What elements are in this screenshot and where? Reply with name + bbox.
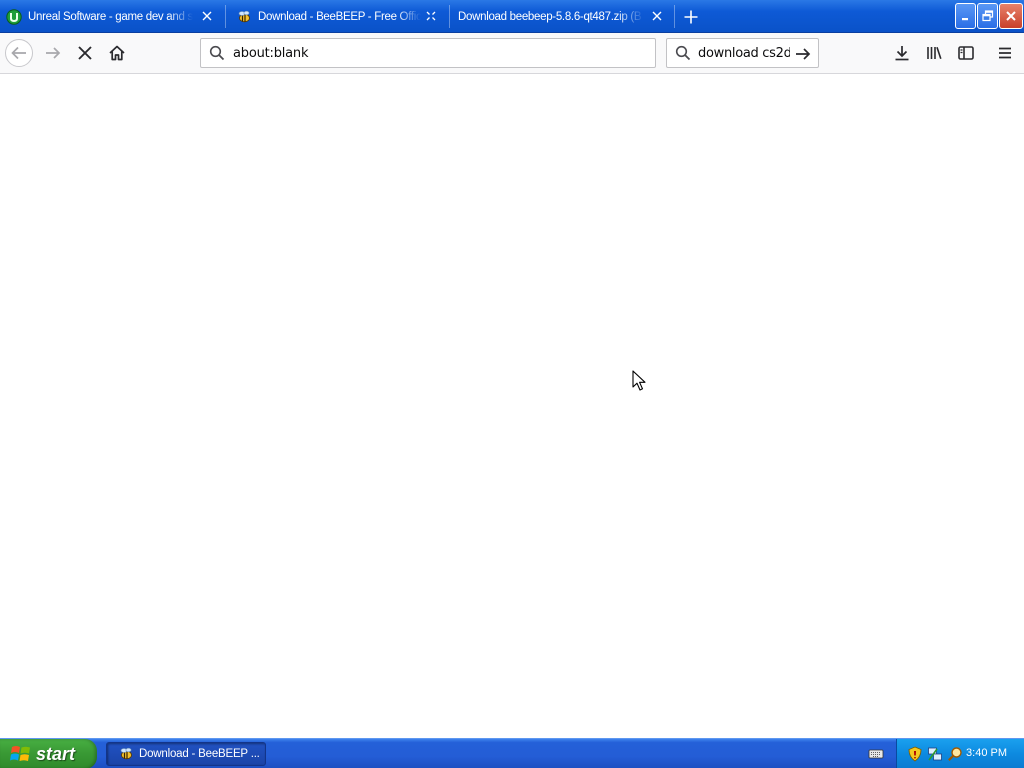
search-go-arrow-icon[interactable] — [794, 45, 812, 63]
start-label: start — [36, 743, 76, 764]
loading-spinner-icon — [424, 9, 438, 23]
hamburger-menu-icon — [999, 47, 1011, 59]
downloads-button[interactable] — [887, 38, 917, 68]
stop-icon — [78, 46, 92, 60]
tab-title: Unreal Software - game dev and s — [28, 10, 193, 23]
address-bar[interactable] — [200, 38, 656, 68]
close-window-button[interactable] — [999, 3, 1023, 29]
tab-separator — [449, 5, 450, 28]
page-content[interactable] — [0, 74, 1024, 738]
taskbar-item-firefox[interactable]: Download - BeeBEEP ... — [106, 742, 266, 766]
back-button[interactable] — [4, 38, 34, 68]
url-input[interactable] — [233, 45, 633, 61]
restore-icon — [981, 10, 993, 22]
mouse-cursor-icon — [632, 370, 646, 391]
close-icon — [1006, 11, 1016, 21]
new-tab-button[interactable] — [680, 6, 702, 28]
tab-beebeep-download[interactable]: Download - BeeBEEP - Free Office — [236, 0, 448, 33]
search-icon — [209, 45, 225, 61]
search-input[interactable] — [698, 45, 790, 61]
navigation-toolbar — [0, 33, 1024, 74]
network-icon[interactable] — [927, 746, 943, 762]
menu-button[interactable] — [990, 38, 1020, 68]
back-arrow-icon — [5, 39, 33, 67]
tab-strip: Unreal Software - game dev and s Downloa… — [0, 0, 1024, 33]
stop-button[interactable] — [70, 38, 100, 68]
security-shield-icon[interactable] — [907, 746, 923, 762]
system-tray: 3:40 PM — [896, 739, 1024, 768]
library-icon — [927, 46, 942, 60]
sidebar-icon — [958, 46, 974, 60]
library-button[interactable] — [919, 38, 949, 68]
beebeep-bee-icon — [236, 9, 252, 25]
clock[interactable]: 3:40 PM — [966, 747, 1007, 759]
forward-button[interactable] — [38, 38, 68, 68]
tab-separator — [674, 5, 675, 28]
restore-button[interactable] — [977, 3, 998, 29]
forward-arrow-icon — [46, 47, 61, 59]
keyboard-icon[interactable] — [868, 746, 884, 762]
download-icon — [895, 46, 909, 61]
start-button[interactable]: start — [0, 739, 97, 768]
tab-unreal-software[interactable]: Unreal Software - game dev and s — [6, 0, 224, 33]
tab-separator — [225, 5, 226, 28]
unreal-software-icon — [6, 8, 22, 25]
home-icon — [109, 45, 125, 61]
beebeep-bee-icon — [118, 746, 134, 762]
search-icon — [675, 45, 691, 61]
close-icon[interactable] — [200, 9, 214, 23]
plus-icon — [684, 10, 698, 24]
tab-title: Download - BeeBEEP - Free Office — [258, 10, 421, 23]
minimize-icon — [961, 18, 968, 21]
windows-logo-icon — [10, 746, 30, 761]
search-bar[interactable] — [666, 38, 819, 68]
taskbar-item-label: Download - BeeBEEP ... — [139, 748, 260, 760]
minimize-button[interactable] — [955, 3, 976, 29]
sidebar-button[interactable] — [951, 38, 981, 68]
close-icon[interactable] — [650, 9, 664, 23]
tab-beebeep-zip[interactable]: Download beebeep-5.8.6-qt487.zip (B — [458, 0, 674, 33]
tab-title: Download beebeep-5.8.6-qt487.zip (B — [458, 10, 642, 23]
home-button[interactable] — [102, 38, 132, 68]
search-magnifier-icon[interactable] — [947, 746, 963, 762]
taskbar: start Download - BeeBEEP ... 3:40 PM — [0, 738, 1024, 768]
